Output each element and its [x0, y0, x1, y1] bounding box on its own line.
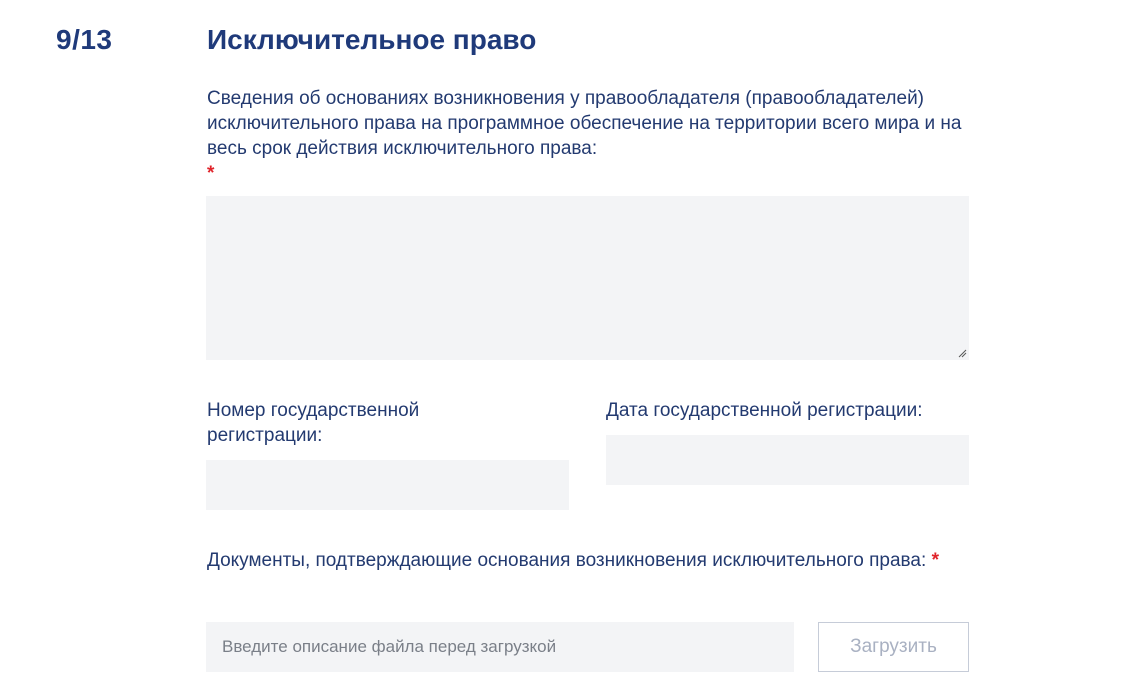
upload-button[interactable]: Загрузить — [818, 622, 969, 672]
reg-date-input[interactable] — [606, 435, 969, 485]
documents-label: Документы, подтверждающие основания возн… — [207, 548, 977, 573]
documents-label-text: Документы, подтверждающие основания возн… — [207, 550, 927, 571]
reg-number-input[interactable] — [206, 460, 569, 510]
basis-textarea[interactable] — [206, 196, 969, 360]
required-marker: * — [931, 550, 939, 571]
section-title: Исключительное право — [207, 24, 537, 55]
resize-handle-icon[interactable] — [957, 348, 967, 358]
basis-field-label: Сведения об основаниях возникновения у п… — [207, 86, 977, 186]
file-description-placeholder: Введите описание файла перед загрузкой — [222, 637, 557, 656]
required-marker: * — [207, 163, 215, 184]
basis-field-label-text: Сведения об основаниях возникновения у п… — [207, 88, 962, 159]
reg-number-label: Номер государственной регистрации: — [207, 400, 420, 446]
step-counter: 9/13 — [56, 24, 113, 55]
reg-date-label: Дата государственной регистрации: — [606, 400, 923, 421]
form-page: 9/13 Исключительное право Сведения об ос… — [0, 0, 1138, 697]
file-description-input[interactable]: Введите описание файла перед загрузкой — [206, 622, 794, 672]
